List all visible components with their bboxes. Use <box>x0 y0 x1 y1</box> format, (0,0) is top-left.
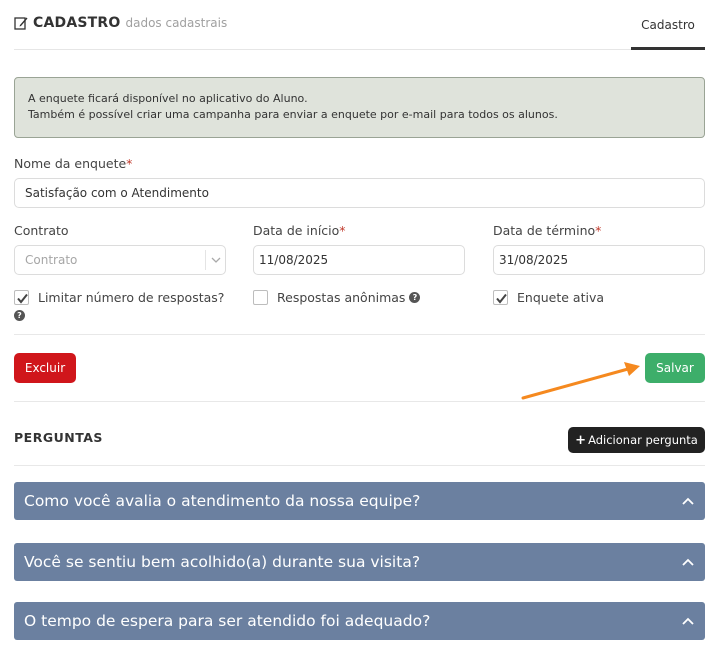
question-text: Como você avalia o atendimento da nossa … <box>24 492 421 510</box>
edit-icon <box>14 17 28 30</box>
contract-label: Contrato <box>14 223 69 238</box>
limit-responses-checkbox[interactable] <box>14 290 29 305</box>
limit-responses-option[interactable]: Limitar número de respostas? <box>14 290 224 305</box>
question-text: O tempo de espera para ser atendido foi … <box>24 612 431 630</box>
required-mark: * <box>126 156 133 171</box>
chevron-down-icon <box>205 250 225 270</box>
chevron-up-icon[interactable] <box>681 555 695 569</box>
tab-cadastro[interactable]: Cadastro <box>631 0 705 50</box>
questions-title: PERGUNTAS <box>14 430 103 445</box>
check-icon <box>496 293 507 304</box>
active-survey-checkbox[interactable] <box>493 290 508 305</box>
active-survey-option[interactable]: Enquete ativa <box>493 290 604 305</box>
anonymous-responses-option[interactable]: Respostas anônimas ? <box>253 290 421 305</box>
divider <box>14 334 705 335</box>
required-mark: * <box>595 223 602 238</box>
add-question-label: Adicionar pergunta <box>588 433 698 447</box>
annotation-arrow <box>521 362 640 400</box>
chevron-up-icon[interactable] <box>681 614 695 628</box>
anonymous-responses-label: Respostas anônimas <box>277 290 406 305</box>
question-text: Você se sentiu bem acolhido(a) durante s… <box>24 553 421 571</box>
chevron-up-icon[interactable] <box>681 494 695 508</box>
page-subtitle: dados cadastrais <box>125 16 228 30</box>
limit-responses-label: Limitar número de respostas? <box>38 290 225 305</box>
start-date-label: Data de início* <box>253 223 346 238</box>
end-date-label: Data de término* <box>493 223 601 238</box>
plus-icon: + <box>575 433 587 448</box>
end-date-input[interactable]: 31/08/2025 <box>493 245 705 275</box>
divider <box>14 401 705 402</box>
check-icon <box>17 293 28 304</box>
header-title-group: CADASTRO dados cadastrais <box>14 15 227 31</box>
help-icon[interactable]: ? <box>409 292 421 303</box>
survey-name-label-text: Nome da enquete <box>14 156 127 171</box>
delete-button[interactable]: Excluir <box>14 353 76 383</box>
active-survey-label: Enquete ativa <box>517 290 605 305</box>
page-header: CADASTRO dados cadastrais Cadastro <box>14 0 705 50</box>
help-icon[interactable]: ? <box>14 310 25 321</box>
info-line-1: A enquete ficará disponível no aplicativ… <box>28 92 308 105</box>
info-alert: A enquete ficará disponível no aplicativ… <box>14 77 705 138</box>
end-date-label-text: Data de término <box>493 223 596 238</box>
survey-name-input[interactable]: Satisfação com o Atendimento <box>14 178 705 208</box>
start-date-label-text: Data de início <box>253 223 340 238</box>
required-mark: * <box>339 223 346 238</box>
question-accordion-3[interactable]: O tempo de espera para ser atendido foi … <box>14 602 705 640</box>
contract-select-value: Contrato <box>25 253 78 267</box>
survey-name-label: Nome da enquete* <box>14 156 132 171</box>
save-button[interactable]: Salvar <box>645 353 705 383</box>
question-accordion-2[interactable]: Você se sentiu bem acolhido(a) durante s… <box>14 543 705 581</box>
start-date-input[interactable]: 11/08/2025 <box>253 245 465 275</box>
page-title: CADASTRO <box>33 15 121 31</box>
info-line-2: Também é possível criar uma campanha par… <box>28 108 558 121</box>
add-question-button[interactable]: + Adicionar pergunta <box>568 427 705 453</box>
question-accordion-1[interactable]: Como você avalia o atendimento da nossa … <box>14 482 705 520</box>
contract-select[interactable]: Contrato <box>14 245 226 275</box>
divider <box>14 465 705 466</box>
anonymous-responses-checkbox[interactable] <box>253 290 268 305</box>
